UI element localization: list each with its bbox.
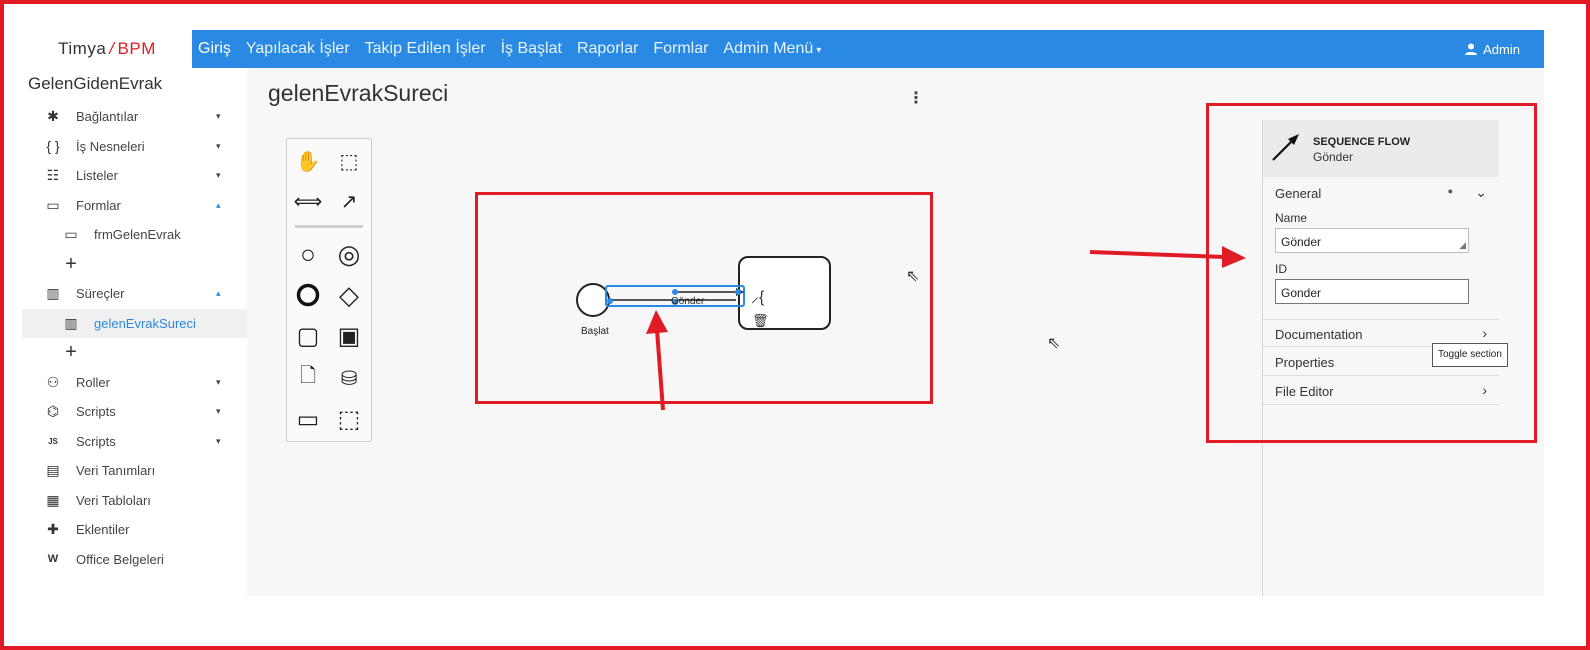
sidebar-item-is-nesneleri[interactable]: { } İş Nesneleri ▾ [22, 132, 247, 162]
more-options-icon[interactable]: ⋮ [908, 88, 924, 108]
sidebar-item-formlar[interactable]: ▭ Formlar ▴ [22, 191, 247, 221]
sidebar-item-roller[interactable]: ⚇ Roller ▾ [22, 368, 247, 398]
user-label: Admin [1483, 41, 1520, 57]
chevron-down-icon: ▾ [216, 111, 221, 122]
logo-text-bpm: BPM [117, 39, 156, 58]
sidebar-item-gelenevraksureci[interactable]: ▥ gelenEvrakSureci [22, 308, 247, 338]
nav-admin-menu-label: Admin Menü [723, 40, 814, 57]
annotation-box-properties [1206, 103, 1537, 443]
sidebar-item-label: Listeler [76, 168, 118, 184]
sidebar-item-label: frmGelenEvrak [94, 227, 181, 243]
chevron-down-icon: ▾ [816, 45, 822, 56]
nav-yapilacak-isler[interactable]: Yapılacak İşler [246, 40, 350, 58]
window-icon: ▭ [64, 226, 78, 243]
main-nav: Giriş Yapılacak İşler Takip Edilen İşler… [198, 30, 821, 68]
logo-text-timya: Timya [58, 39, 107, 58]
end-event-icon[interactable] [294, 281, 322, 309]
sidebar-item-eklentiler[interactable]: ✚ Eklentiler [22, 515, 247, 545]
subprocess-icon[interactable]: ▣ [335, 322, 363, 350]
lasso-tool-icon[interactable]: ⬚ [335, 147, 363, 175]
mouse-cursor-icon: ⇖ [1047, 335, 1061, 352]
nav-formlar[interactable]: Formlar [653, 40, 708, 58]
sidebar-item-label: Scripts [76, 404, 116, 420]
list-icon: ☷ [46, 167, 60, 184]
add-icon: + [65, 341, 77, 364]
chevron-down-icon: ▾ [216, 376, 221, 387]
word-icon: W [47, 553, 59, 566]
connect-tool-icon[interactable]: ↗ [335, 187, 363, 215]
form-icon: ▭ [46, 196, 60, 213]
sidebar-item-label: Eklentiler [76, 522, 130, 538]
chevron-down-icon: ▾ [216, 140, 221, 151]
add-form-button[interactable]: + [22, 250, 247, 280]
sidebar-item-label: Formlar [76, 197, 121, 213]
puzzle-icon: ✚ [47, 521, 59, 538]
top-navigation-bar: Timya / BPM Giriş Yapılacak İşler Takip … [22, 30, 1544, 68]
bluetooth-icon: ✱ [47, 108, 59, 125]
add-process-button[interactable]: + [22, 338, 247, 368]
sidebar-item-label: Bağlantılar [76, 109, 139, 125]
sidebar-item-frmgelenevrak[interactable]: ▭ frmGelenEvrak [22, 220, 247, 250]
timya-bpm-logo[interactable]: Timya / BPM [22, 30, 192, 68]
sidebar-menu: ✱ Bağlantılar ▾ { } İş Nesneleri ▾ ☷ Listeler… [22, 102, 247, 574]
sidebar-item-label: Office Belgeleri [76, 551, 164, 567]
project-title: GelenGidenEvrak [28, 74, 163, 93]
end-event-shape [296, 283, 320, 307]
intermediate-event-icon[interactable]: ◎ [335, 239, 363, 269]
sidebar-item-listeler[interactable]: ☷ Listeler ▾ [22, 161, 247, 191]
braces-icon: { } [46, 138, 60, 155]
people-icon: ⚇ [46, 373, 60, 390]
sidebar-item-label: Süreçler [76, 286, 125, 302]
sidebar-item-veri-tablolari[interactable]: ▦ Veri Tabloları [22, 486, 247, 516]
sidebar-item-surecler[interactable]: ▥ Süreçler ▴ [22, 279, 247, 309]
sidebar: GelenGidenEvrak ✱ Bağlantılar ▾ { } İş Nesn… [22, 68, 247, 596]
nav-is-baslat[interactable]: İş Başlat [501, 40, 562, 58]
annotation-box-diagram [475, 192, 933, 404]
chevron-down-icon: ▾ [216, 435, 221, 446]
user-menu[interactable]: Admin [1465, 30, 1520, 68]
table-icon: ▦ [46, 491, 60, 508]
map-icon: ▥ [64, 314, 78, 331]
sidebar-item-baglantilar[interactable]: ✱ Bağlantılar ▾ [22, 102, 247, 132]
nav-raporlar[interactable]: Raporlar [577, 40, 638, 58]
bpmn-tool-palette: ✋ ⬚ ⟺ ↗ ○ ◎ ◇ ▢ ▣ 🗋 ⛁ ▭ ⬚ [286, 138, 372, 442]
sidebar-item-label: İş Nesneleri [76, 138, 145, 154]
sidebar-item-label: Roller [76, 374, 110, 390]
start-event-icon[interactable]: ○ [294, 239, 322, 269]
sidebar-item-scripts[interactable]: ⌬ Scripts ▾ [22, 397, 247, 427]
sidebar-item-label: Veri Tabloları [76, 492, 151, 508]
group-icon[interactable]: ⬚ [335, 405, 363, 433]
data-store-icon[interactable]: ⛁ [335, 364, 363, 392]
sidebar-item-js-scripts[interactable]: JS Scripts ▾ [22, 427, 247, 457]
js-icon: JS [48, 436, 58, 446]
sidebar-item-office-belgeleri[interactable]: W Office Belgeleri [22, 545, 247, 575]
pool-icon[interactable]: ▭ [294, 405, 322, 433]
chevron-down-icon: ▾ [216, 406, 221, 417]
sidebar-item-veri-tanimlari[interactable]: ▤ Veri Tanımları [22, 456, 247, 486]
nav-takip-edilen-isler[interactable]: Takip Edilen İşler [365, 40, 486, 58]
logo-slash: / [109, 39, 115, 58]
palette-separator [295, 225, 363, 228]
sidebar-item-label: gelenEvrakSureci [94, 315, 196, 331]
page-title: gelenEvrakSureci [268, 80, 449, 106]
data-object-icon[interactable]: 🗋 [294, 364, 322, 392]
map-icon: ▥ [46, 285, 60, 302]
code-file-icon: ⌬ [46, 403, 60, 420]
task-icon[interactable]: ▢ [294, 322, 322, 350]
chevron-down-icon: ▾ [216, 170, 221, 181]
nav-admin-menu[interactable]: Admin Menü ▾ [723, 40, 821, 58]
chevron-up-icon: ▴ [216, 288, 221, 299]
add-icon: + [65, 252, 77, 275]
nav-giris[interactable]: Giriş [198, 40, 231, 58]
sidebar-item-label: Veri Tanımları [76, 463, 156, 479]
sd-card-icon: ▤ [46, 462, 60, 479]
sidebar-item-label: Scripts [76, 433, 116, 449]
space-tool-icon[interactable]: ⟺ [294, 187, 323, 215]
user-icon [1465, 43, 1478, 55]
chevron-up-icon: ▴ [216, 199, 221, 210]
gateway-icon[interactable]: ◇ [335, 280, 363, 310]
hand-tool-icon[interactable]: ✋ [294, 147, 322, 175]
